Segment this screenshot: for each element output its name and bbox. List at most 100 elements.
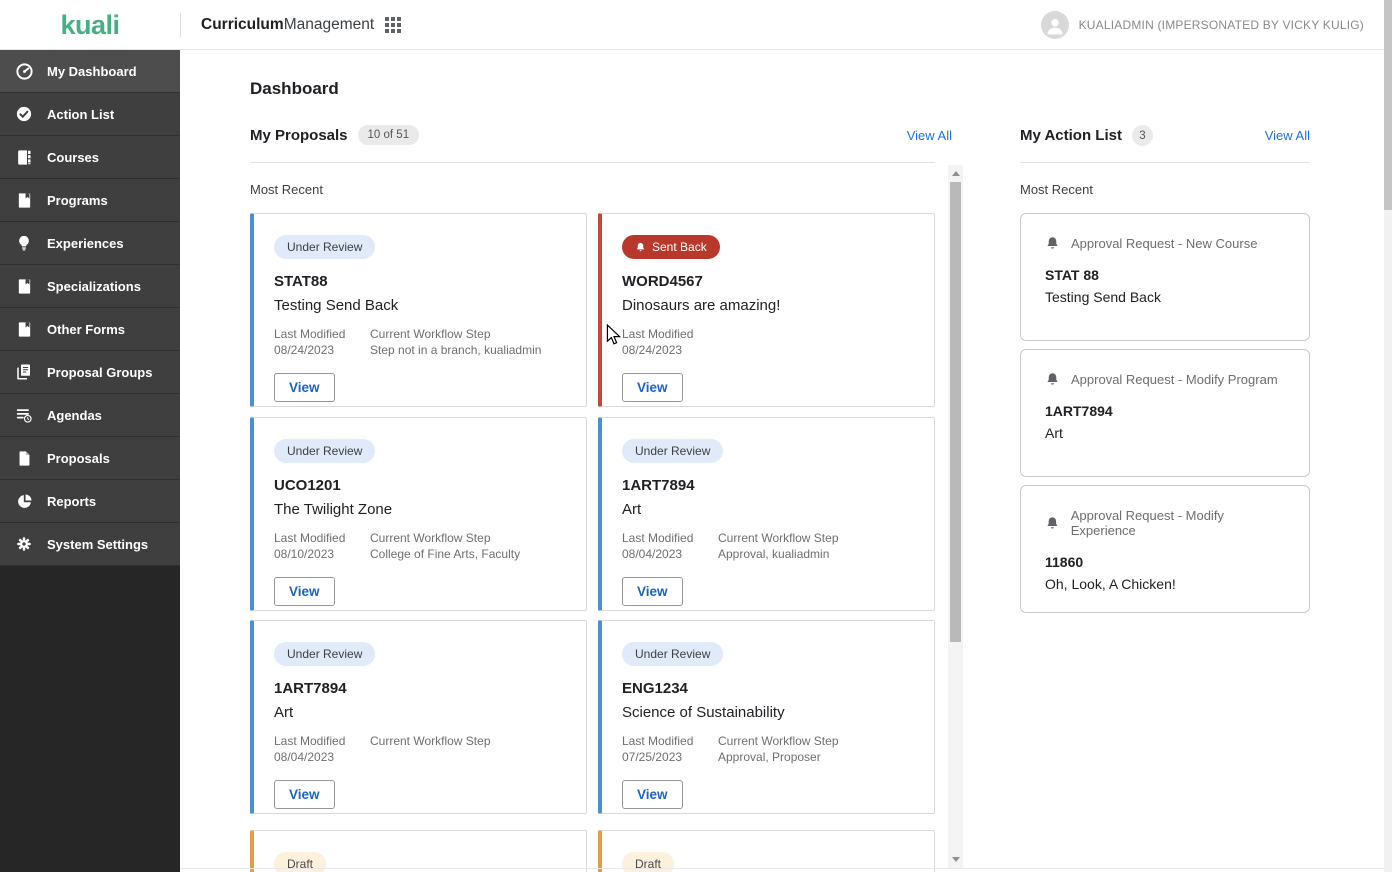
product-title-bold: Curriculum [201, 16, 284, 33]
sidebar-item-other-forms[interactable]: Other Forms [0, 308, 180, 351]
apps-grid-icon[interactable] [385, 17, 401, 33]
sidebar-item-proposal-groups[interactable]: Proposal Groups [0, 351, 180, 394]
last-modified-value: 08/10/2023 [274, 547, 335, 562]
action-list-count-badge: 3 [1131, 125, 1153, 146]
status-badge: Draft [274, 852, 327, 872]
last-modified-value: 07/25/2023 [622, 750, 683, 765]
agenda-list-icon [14, 405, 34, 425]
sidebar-item-experiences[interactable]: Experiences [0, 222, 180, 265]
kuali-logo[interactable]: kuali [0, 0, 180, 50]
sidebar-item-my-dashboard[interactable]: My Dashboard [0, 50, 180, 93]
scroll-up-arrow-icon[interactable] [951, 171, 960, 176]
sidebar-item-label: Proposal Groups [47, 364, 153, 380]
page-scrollbar[interactable] [1384, 0, 1392, 872]
bookmark-book-icon [14, 319, 34, 339]
view-button[interactable]: View [622, 372, 683, 402]
top-header: kuali Curriculum Management KUALIADMIN (I… [0, 0, 1392, 50]
proposal-code: ENG1234 [622, 680, 688, 697]
lightbulb-icon [14, 233, 34, 253]
workflow-label: Current Workflow Step [718, 734, 839, 748]
proposals-view-all-link[interactable]: View All [907, 128, 952, 143]
action-list-item[interactable]: Approval Request - Modify Program 1ART78… [1020, 349, 1310, 477]
bookmark-book-icon [14, 190, 34, 210]
action-list-item[interactable]: Approval Request - Modify Experience 118… [1020, 485, 1310, 613]
proposal-title: Dinosaurs are amazing! [622, 297, 781, 314]
sidebar-item-label: Other Forms [47, 321, 126, 337]
action-type-row: Approval Request - Modify Program [1045, 372, 1289, 387]
workflow-label: Current Workflow Step [370, 734, 491, 748]
proposal-title: The Twilight Zone [274, 501, 393, 518]
proposal-title: Art [274, 704, 294, 721]
page-scrollbar-thumb[interactable] [1384, 0, 1392, 210]
proposal-title: Science of Sustainability [622, 704, 785, 721]
last-modified-value: 08/24/2023 [274, 343, 335, 358]
proposal-meta: Last Modified 08/04/2023 Current Workflow… [622, 531, 916, 562]
status-badge-label: Sent Back [652, 240, 707, 254]
bookmark-book-icon [14, 276, 34, 296]
action-type-row: Approval Request - New Course [1045, 236, 1289, 251]
proposal-code: 1ART7894 [274, 680, 347, 697]
proposal-code: 1ART7894 [622, 477, 695, 494]
action-list-divider [1020, 162, 1310, 163]
proposal-meta: Last Modified 08/04/2023 Current Workflow… [274, 734, 568, 765]
my-proposals-title: My Proposals [250, 126, 348, 144]
sidebar-item-system-settings[interactable]: System Settings [0, 523, 180, 566]
last-modified-label: Last Modified [274, 327, 346, 341]
proposal-card: Under Review 1ART7894 Art Last Modified 0… [598, 417, 935, 611]
bell-icon [1047, 237, 1058, 249]
last-modified-label: Last Modified [622, 531, 694, 545]
proposal-card: Draft [250, 830, 587, 872]
view-button[interactable]: View [622, 576, 683, 606]
proposals-scrollbar-thumb[interactable] [950, 182, 961, 642]
sidebar-nav: My Dashboard Action List Courses Program… [0, 50, 180, 872]
last-modified-value: 08/24/2023 [622, 343, 683, 358]
product-title-regular: Management [283, 16, 375, 33]
workflow-label: Current Workflow Step [718, 531, 839, 545]
sidebar-item-programs[interactable]: Programs [0, 179, 180, 222]
workflow-label: Current Workflow Step [370, 531, 491, 545]
proposal-card: Under Review STAT88 Testing Send Back La… [250, 213, 587, 407]
proposals-count-badge: 10 of 51 [357, 125, 420, 145]
sidebar-item-label: Reports [47, 493, 97, 509]
action-code: STAT 88 [1045, 267, 1099, 283]
view-button[interactable]: View [622, 779, 683, 809]
bell-icon [1047, 516, 1058, 529]
user-menu[interactable]: KUALIADMIN (IMPERSONATED BY VICKY KULIG) [1040, 0, 1364, 50]
proposal-code: STAT88 [274, 273, 328, 290]
check-circle-icon [14, 104, 34, 124]
last-modified-value: 08/04/2023 [274, 750, 335, 765]
workflow-value: Approval, kualiadmin [718, 547, 830, 562]
action-type-label: Approval Request - New Course [1071, 236, 1258, 251]
sidebar-item-courses[interactable]: Courses [0, 136, 180, 179]
proposals-scrollbar[interactable] [948, 165, 963, 868]
scroll-down-arrow-icon[interactable] [951, 857, 960, 862]
last-modified-value: 08/04/2023 [622, 547, 683, 562]
sidebar-item-specializations[interactable]: Specializations [0, 265, 180, 308]
sidebar-item-proposals[interactable]: Proposals [0, 437, 180, 480]
action-title: Art [1045, 425, 1063, 441]
last-modified-label: Last Modified [274, 734, 346, 748]
action-title: Oh, Look, A Chicken! [1045, 576, 1176, 592]
action-list-item[interactable]: Approval Request - New Course STAT 88 Te… [1020, 213, 1310, 341]
person-icon [1047, 18, 1063, 35]
product-title: Curriculum Management [201, 0, 374, 50]
view-button[interactable]: View [274, 372, 335, 402]
sidebar-item-label: Specializations [47, 278, 141, 294]
document-icon [14, 448, 34, 468]
sidebar-item-reports[interactable]: Reports [0, 480, 180, 523]
sidebar-item-label: Agendas [47, 407, 102, 423]
view-button[interactable]: View [274, 576, 335, 606]
sidebar-item-agendas[interactable]: Agendas [0, 394, 180, 437]
my-action-list-header: My Action List 3 View All [1020, 125, 1310, 146]
action-title: Testing Send Back [1045, 289, 1161, 305]
proposal-meta: Last Modified 08/24/2023 [622, 327, 916, 358]
page-title: Dashboard [250, 79, 339, 98]
proposal-card: Draft [598, 830, 935, 872]
sidebar-item-action-list[interactable]: Action List [0, 93, 180, 136]
action-list-view-all-link[interactable]: View All [1265, 128, 1310, 143]
sidebar-item-label: Courses [47, 149, 100, 165]
sidebar-item-label: Proposals [47, 450, 110, 466]
avatar [1040, 11, 1069, 39]
action-code: 1ART7894 [1045, 403, 1113, 419]
view-button[interactable]: View [274, 779, 335, 809]
